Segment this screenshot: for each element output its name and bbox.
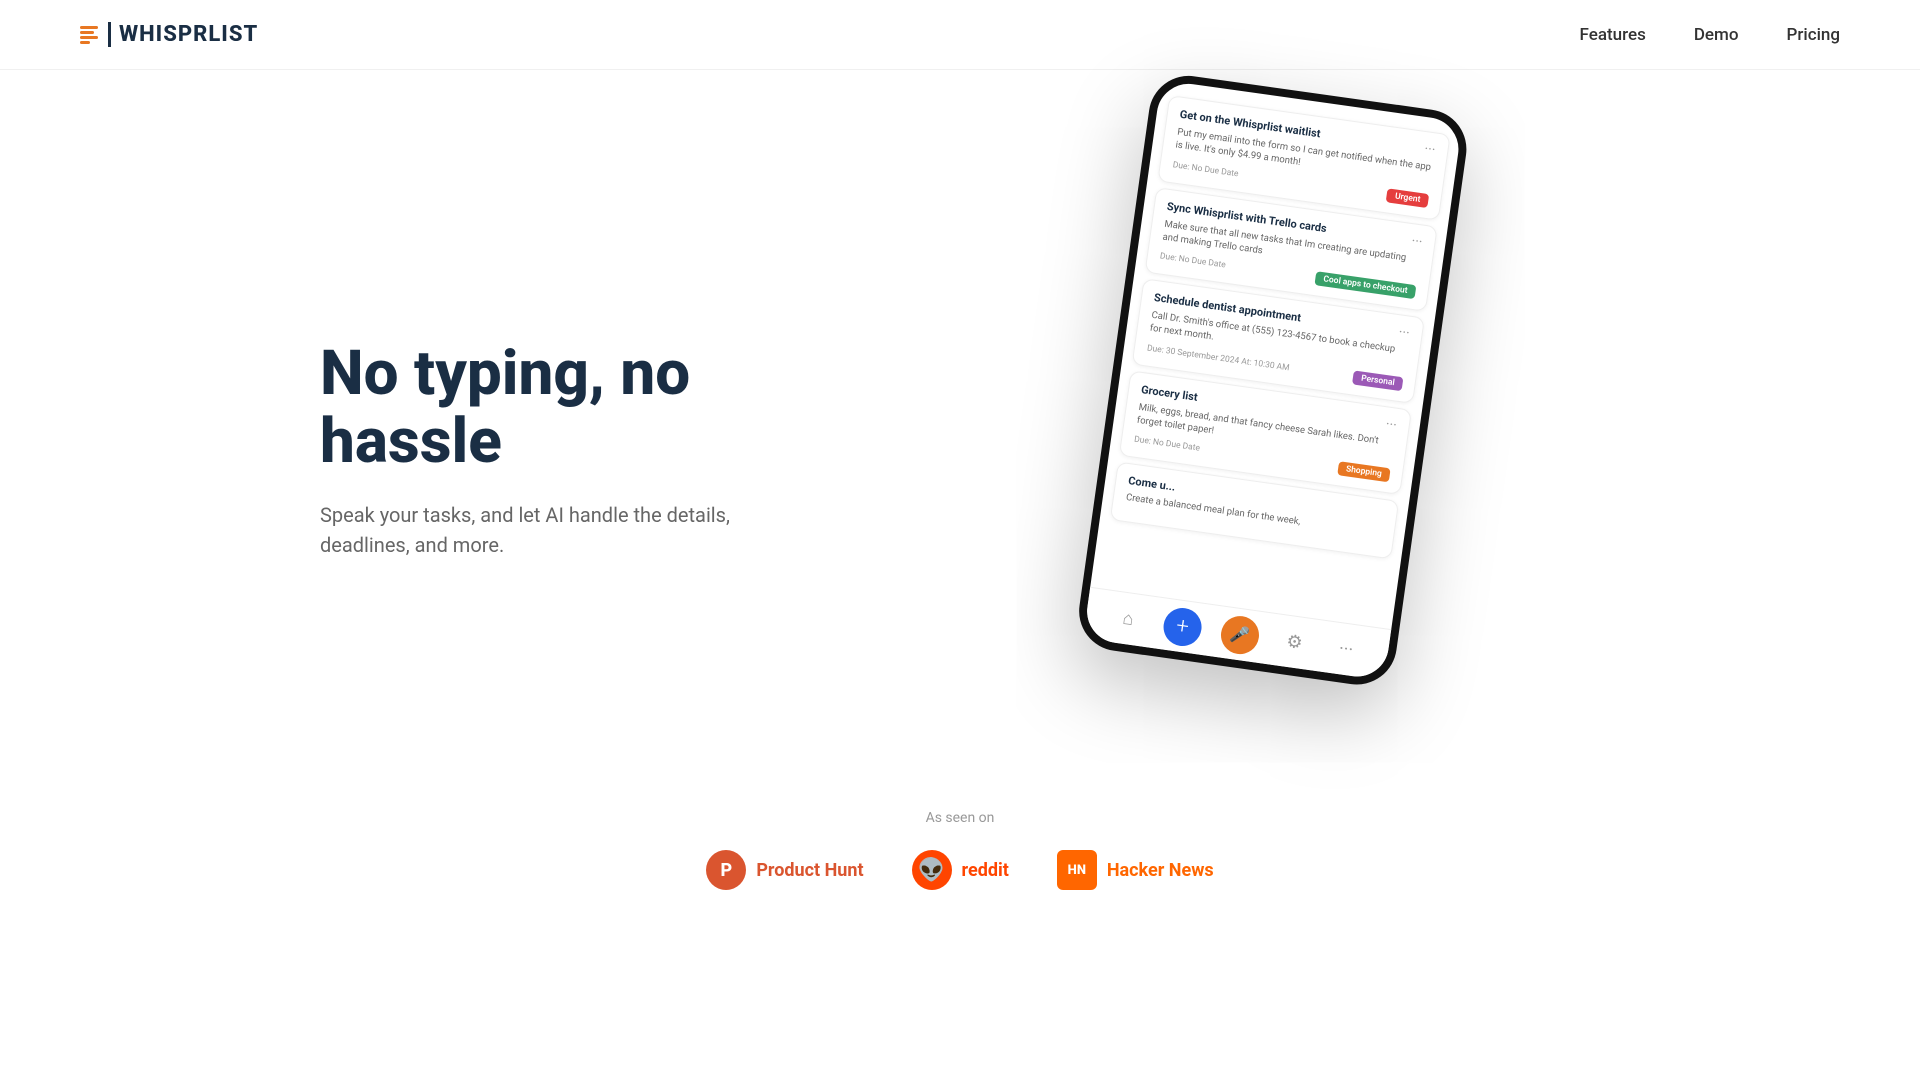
nav-pricing[interactable]: Pricing <box>1787 25 1841 45</box>
reddit-icon: 👽 <box>912 850 952 890</box>
more-icon[interactable]: ··· <box>1328 631 1364 667</box>
logo[interactable]: WHISPRLIST <box>80 22 258 47</box>
hero-section: No typing, no hassle Speak your tasks, a… <box>0 70 1920 770</box>
phone-mockup: Get on the Whisprlist waitlist ··· Put m… <box>1074 71 1472 690</box>
hero-subtitle: Speak your tasks, and let AI handle the … <box>320 500 820 560</box>
hacker-news-brand[interactable]: HN Hacker News <box>1057 850 1214 890</box>
logo-text: WHISPRLIST <box>108 22 258 47</box>
task-tag: Shopping <box>1337 462 1391 483</box>
task-menu-icon[interactable]: ··· <box>1398 326 1411 341</box>
as-seen-on-section: As seen on P Product Hunt 👽 reddit HN Ha… <box>0 770 1920 950</box>
brand-row: P Product Hunt 👽 reddit HN Hacker News <box>0 850 1920 890</box>
task-menu-icon[interactable]: ··· <box>1385 417 1398 432</box>
logo-icon <box>80 26 98 44</box>
hero-text-block: No typing, no hassle Speak your tasks, a… <box>320 340 820 560</box>
nav-features[interactable]: Features <box>1580 25 1646 45</box>
task-menu-icon[interactable]: ··· <box>1423 142 1436 157</box>
phone-inner: Get on the Whisprlist waitlist ··· Put m… <box>1083 80 1463 681</box>
reddit-label: reddit <box>962 860 1009 881</box>
task-menu-icon[interactable]: ··· <box>1411 234 1424 249</box>
product-hunt-icon: P <box>706 850 746 890</box>
home-icon[interactable]: ⌂ <box>1110 601 1146 637</box>
navbar: WHISPRLIST Features Demo Pricing <box>0 0 1920 70</box>
task-tag: Personal <box>1352 370 1403 391</box>
nav-links: Features Demo Pricing <box>1580 25 1840 45</box>
hero-title: No typing, no hassle <box>320 340 820 476</box>
as-seen-label: As seen on <box>0 810 1920 826</box>
task-due: Due: No Due Date <box>1133 435 1200 454</box>
product-hunt-brand[interactable]: P Product Hunt <box>706 850 863 890</box>
reddit-brand[interactable]: 👽 reddit <box>912 850 1009 890</box>
task-list: Get on the Whisprlist waitlist ··· Put m… <box>1090 80 1462 629</box>
task-tag: Urgent <box>1386 188 1429 208</box>
hacker-news-label: Hacker News <box>1107 860 1214 881</box>
phone-mockup-container: Get on the Whisprlist waitlist ··· Put m… <box>820 110 1720 690</box>
product-hunt-label: Product Hunt <box>756 860 863 881</box>
settings-icon[interactable]: ⚙ <box>1276 624 1312 660</box>
nav-demo[interactable]: Demo <box>1694 25 1739 45</box>
task-due: Due: No Due Date <box>1159 252 1226 271</box>
add-task-button[interactable]: + <box>1161 605 1204 648</box>
mic-button[interactable]: 🎤 <box>1219 613 1262 656</box>
hacker-news-icon: HN <box>1057 850 1097 890</box>
task-due: Due: No Due Date <box>1172 160 1239 179</box>
